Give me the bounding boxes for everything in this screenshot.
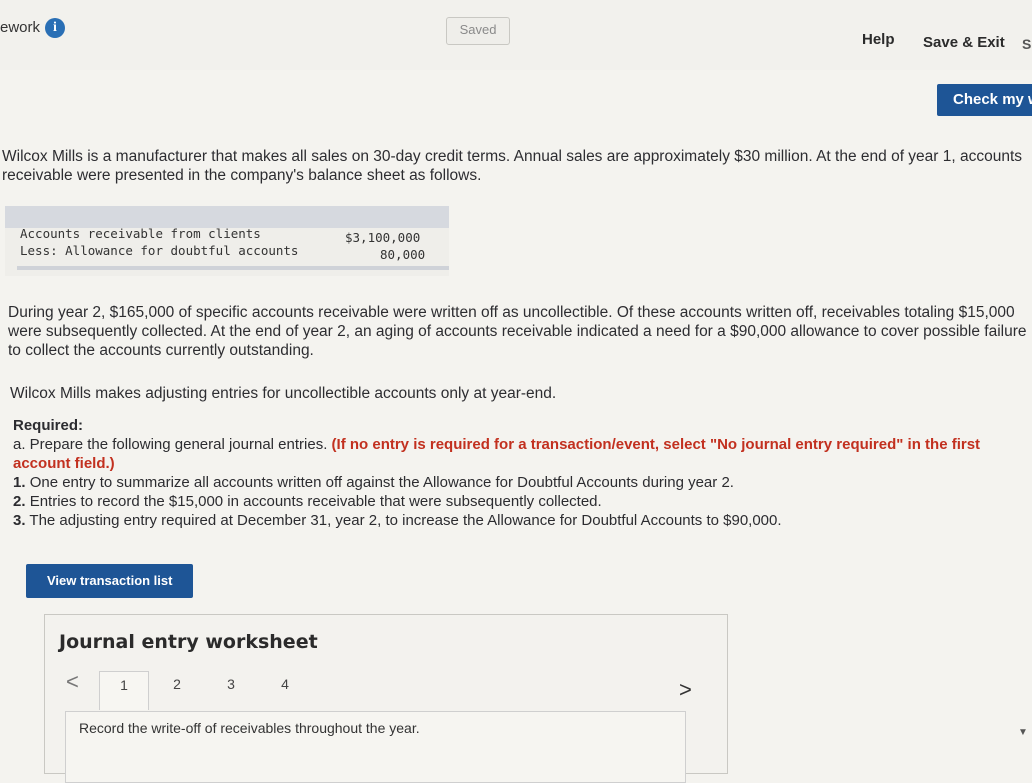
worksheet-instruction: Record the write-off of receivables thro… [79,720,420,736]
table-footer-rule [17,266,449,270]
worksheet-tab-2[interactable]: 2 [153,671,201,709]
prev-arrow-icon[interactable]: < [66,669,79,695]
worksheet-tab-1[interactable]: 1 [99,671,149,710]
homework-label: ework [0,19,41,36]
scroll-down-icon[interactable]: ▼ [1018,727,1028,738]
required-item-1: 1. One entry to summarize all accounts w… [13,474,734,491]
view-transaction-list-button[interactable]: View transaction list [26,564,193,598]
info-icon[interactable]: i [45,18,65,38]
submit-button-cut[interactable]: S [1022,36,1031,52]
required-item-3: 3. The adjusting entry required at Decem… [13,512,782,529]
worksheet-title: Journal entry worksheet [59,631,318,653]
required-section: Required: a. Prepare the following gener… [13,416,1028,530]
required-title: Required: [13,417,84,434]
balance-sheet-table: Accounts receivable from clients $3,100,… [5,206,449,276]
problem-paragraph-3: Wilcox Mills makes adjusting entries for… [10,385,557,402]
next-arrow-icon[interactable]: > [679,677,692,703]
problem-intro: Wilcox Mills is a manufacturer that make… [2,148,1023,184]
required-a-text: a. Prepare the following general journal… [13,436,328,453]
check-my-work-button[interactable]: Check my w [937,84,1032,116]
allowance-label: Less: Allowance for doubtful accounts [20,243,299,258]
help-button[interactable]: Help [862,31,895,48]
worksheet-tab-4[interactable]: 4 [261,671,309,709]
allowance-amount: 80,000 [380,247,426,262]
journal-entry-worksheet: Journal entry worksheet < 1 2 3 4 > Reco… [44,614,728,783]
save-exit-button[interactable]: Save & Exit [923,34,1005,51]
saved-status: Saved [446,17,510,45]
ar-amount: $3,100,000 [345,230,421,245]
problem-paragraph-2: During year 2, $165,000 of specific acco… [8,304,1027,359]
worksheet-tab-3[interactable]: 3 [207,671,255,709]
required-item-2: 2. Entries to record the $15,000 in acco… [13,493,602,510]
ar-label: Accounts receivable from clients [20,226,261,241]
worksheet-content: Record the write-off of receivables thro… [65,711,686,783]
table-header [5,206,449,228]
